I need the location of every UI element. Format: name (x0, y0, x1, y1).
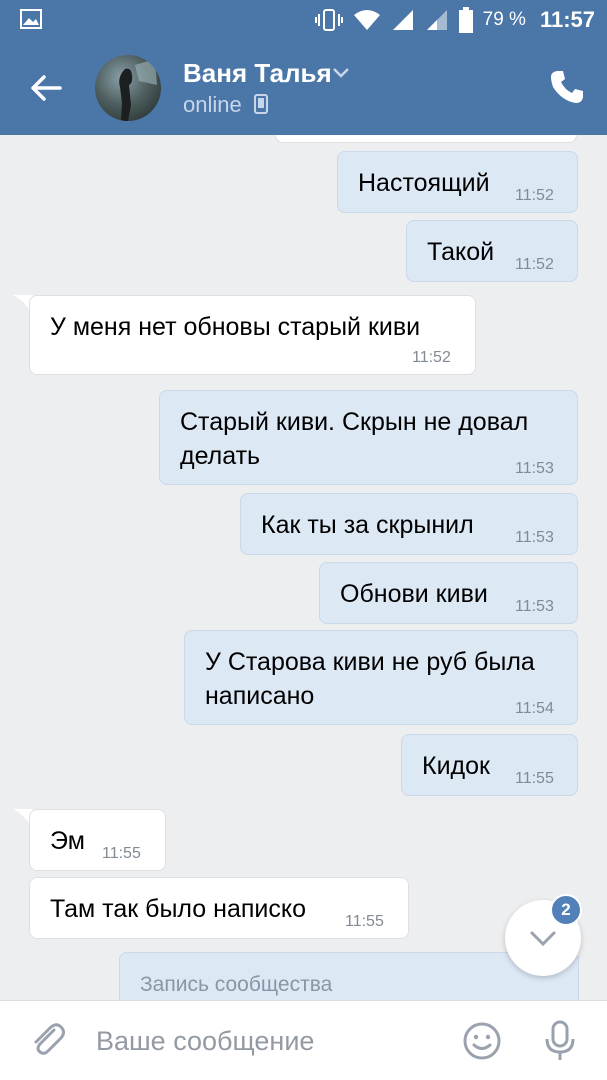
message-time: 11:52 (412, 349, 451, 366)
community-post-message[interactable]: Запись сообщества (119, 952, 579, 1000)
message-time: 11:52 (515, 256, 554, 273)
message-text: Кидок (422, 752, 490, 780)
message-time: 11:53 (515, 529, 554, 546)
message-time: 11:53 (515, 460, 554, 477)
message-text: Настоящий (358, 169, 490, 197)
message-text: Там так было написко (50, 895, 306, 923)
message-text: Обнови киви (340, 580, 488, 608)
status-bar: 79 % 11:57 (0, 0, 607, 40)
vibrate-icon (314, 9, 343, 31)
outgoing-message[interactable]: Кидок 11:55 (401, 734, 578, 796)
battery-percent: 79 % (482, 9, 526, 30)
community-post-label: Запись сообщества (140, 973, 333, 996)
message-text-line2: делать (180, 442, 261, 470)
outgoing-message[interactable]: У Старова киви не руб была написано 11:5… (184, 630, 578, 725)
outgoing-message[interactable]: Обнови киви 11:53 (319, 562, 578, 624)
message-text: Старый киви. Скрын не довал (180, 408, 529, 436)
message-text: Эм (50, 827, 85, 855)
previous-message-stub (275, 135, 577, 143)
message-text: Как ты за скрынил (261, 511, 474, 539)
signal-icon (392, 10, 413, 30)
microphone-icon[interactable] (540, 1019, 580, 1063)
message-text: У Старова киви не руб была (205, 648, 535, 676)
message-text-line2: написано (205, 682, 315, 710)
signal-2-icon (426, 10, 447, 30)
mobile-device-icon (253, 94, 268, 114)
contact-status: online (183, 92, 268, 118)
message-time: 11:55 (102, 845, 141, 862)
message-time: 11:55 (515, 770, 554, 787)
message-text: Такой (427, 238, 495, 266)
outgoing-message[interactable]: Как ты за скрынил 11:53 (240, 493, 578, 555)
emoji-icon[interactable] (462, 1021, 502, 1061)
message-time: 11:53 (515, 598, 554, 615)
message-text: У меня нет обновы старый киви (50, 313, 421, 341)
message-time: 11:54 (515, 700, 554, 717)
message-time: 11:55 (345, 913, 384, 930)
chevron-down-icon (530, 931, 556, 947)
message-list[interactable]: Настоящий 11:52 Такой 11:52 У меня нет о… (0, 135, 607, 1000)
incoming-message[interactable]: Там так было написко 11:55 (29, 877, 409, 939)
avatar-image (119, 59, 157, 121)
incoming-message[interactable]: Эм 11:55 (29, 809, 166, 871)
outgoing-message[interactable]: Настоящий 11:52 (337, 151, 578, 213)
contact-name[interactable]: Ваня Талья (183, 58, 332, 89)
online-status-label: online (183, 92, 242, 117)
battery-icon (458, 7, 473, 33)
wifi-icon (353, 10, 380, 30)
back-arrow-icon[interactable] (28, 70, 64, 106)
chevron-down-icon[interactable] (332, 66, 350, 80)
clock: 11:57 (539, 7, 595, 32)
message-time: 11:52 (515, 187, 554, 204)
chat-header: Ваня Талья online (0, 40, 607, 135)
message-composer (0, 1000, 607, 1080)
paperclip-icon[interactable] (28, 1020, 68, 1060)
outgoing-message[interactable]: Старый киви. Скрын не довал делать 11:53 (159, 390, 578, 485)
message-input[interactable] (96, 1021, 436, 1061)
avatar[interactable] (95, 55, 161, 121)
incoming-message[interactable]: У меня нет обновы старый киви 11:52 (29, 295, 476, 375)
unread-count-badge: 2 (550, 894, 582, 926)
outgoing-message[interactable]: Такой 11:52 (406, 220, 578, 282)
phone-call-icon[interactable] (545, 65, 589, 109)
gallery-notification-icon (20, 9, 42, 29)
status-icons: 79 % 11:57 (314, 6, 595, 34)
